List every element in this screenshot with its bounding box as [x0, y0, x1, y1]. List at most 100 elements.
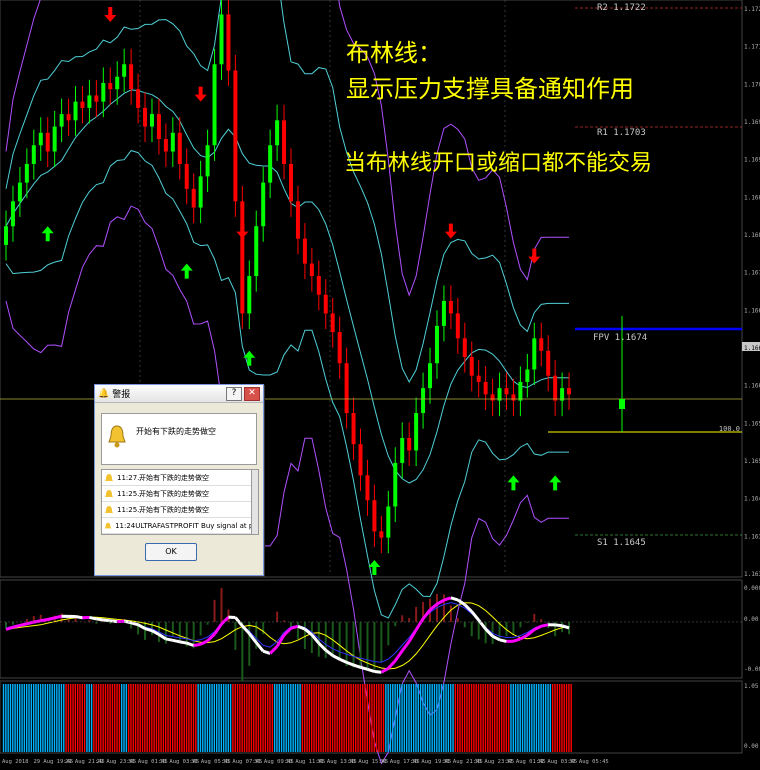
- candle-body: [80, 101, 85, 108]
- candle-body: [87, 95, 92, 108]
- candle-body: [525, 369, 530, 382]
- candle-body: [191, 188, 196, 208]
- candle-body: [170, 132, 175, 152]
- candle-body: [289, 163, 293, 202]
- macd-main-segment: [499, 638, 507, 643]
- time-tick-label: Aug 2018: [2, 759, 29, 765]
- candle-body: [421, 388, 426, 414]
- price-tick-label: 1.1645: [744, 496, 760, 503]
- macd-main-segment: [96, 617, 104, 622]
- price-tick-label: 1.1662: [744, 383, 760, 390]
- macd-main-segment: [103, 618, 111, 623]
- candle-body: [163, 139, 168, 152]
- candle-body: [511, 394, 516, 401]
- macd-main-segment: [19, 622, 28, 627]
- macd-main-segment: [346, 661, 355, 667]
- candle-body: [198, 176, 203, 208]
- ok-button[interactable]: OK: [145, 543, 197, 561]
- hist-panel-frame: [0, 680, 743, 754]
- macd-main-segment: [297, 624, 306, 631]
- list-item[interactable]: 11:25... 开始有下跌的走势做空: [102, 502, 252, 518]
- list-item[interactable]: 11:24 ULTRAFASTPROFIT Buy signal at pric…: [102, 518, 252, 534]
- pivot-s1-label: S1 1.1645: [597, 538, 646, 548]
- candle-body: [205, 145, 210, 177]
- macd-main-segment: [262, 649, 271, 655]
- macd-main-segment: [436, 598, 445, 606]
- close-button[interactable]: ✕: [244, 386, 260, 401]
- macd-main-segment: [470, 610, 480, 621]
- candle-body: [351, 413, 356, 445]
- macd-tick-label: 0.00: [744, 616, 759, 623]
- macd-main-segment: [477, 619, 487, 630]
- candle-body: [233, 70, 238, 202]
- annotation-warning: 当布林线开口或缩口都不能交易: [344, 151, 653, 176]
- candle-body: [254, 226, 259, 277]
- macd-main-segment: [172, 638, 181, 644]
- macd-main-segment: [165, 637, 174, 642]
- help-button[interactable]: ?: [226, 386, 242, 401]
- price-tick-label: 1.1710: [744, 44, 760, 51]
- bell-icon: [104, 522, 112, 528]
- candle-body: [532, 338, 537, 370]
- candle-body: [108, 82, 113, 90]
- price-tick-label: 1.1650: [744, 458, 760, 465]
- candle-body: [400, 437, 405, 463]
- alert-list[interactable]: 11:27... 开始有下跌的走势做空 11:25... 开始有下跌的走势做空 …: [101, 469, 253, 535]
- candle-body: [10, 201, 15, 227]
- list-item-text: 开始有下跌的走势做空: [139, 473, 209, 482]
- bell-icon: [108, 425, 126, 448]
- time-tick-label: 31 Aug 05:45: [569, 759, 609, 765]
- candle-body: [490, 394, 495, 401]
- macd-main-segment: [179, 640, 187, 645]
- candle-body: [156, 114, 161, 140]
- band-middle: [5, 89, 569, 484]
- candle-body: [414, 413, 419, 451]
- dialog-message: 开始有下跌的走势做空: [136, 427, 216, 436]
- candle-body: [122, 64, 127, 77]
- candle-body: [434, 325, 439, 364]
- macd-main-segment: [429, 602, 438, 612]
- arrow-down-icon: [528, 248, 541, 264]
- bell-icon: [105, 473, 113, 481]
- macd-main-segment: [533, 624, 542, 631]
- macd-main-segment: [421, 609, 432, 620]
- macd-main-segment: [339, 657, 348, 664]
- macd-main-segment: [199, 639, 209, 646]
- candle-body: [316, 276, 321, 295]
- arrow-down-icon: [194, 86, 207, 102]
- candle-body: [219, 14, 224, 65]
- macd-panel-frame: [0, 579, 743, 679]
- candle-body: [94, 95, 99, 102]
- candle-body: [441, 300, 446, 326]
- candle-body: [455, 313, 460, 339]
- bell-icon: [105, 505, 113, 513]
- candle-body: [247, 276, 252, 314]
- candle-body: [52, 126, 57, 152]
- candle-body: [268, 145, 273, 183]
- candle-body: [24, 163, 29, 183]
- price-tick-label: 1.1664: [744, 345, 760, 352]
- candle-body: [302, 238, 307, 264]
- macd-main-segment: [110, 619, 118, 624]
- candle-body: [469, 357, 474, 376]
- annotation-subtitle: 显示压力支撑具备通知作用: [346, 75, 634, 103]
- macd-main-segment: [450, 596, 459, 602]
- list-item[interactable]: 11:25... 开始有下跌的走势做空: [102, 486, 252, 502]
- macd-main-segment: [443, 596, 452, 602]
- dialog-titlebar[interactable]: 🔔 警报 ? ✕: [95, 385, 263, 403]
- alert-level-label: 100.0: [719, 425, 740, 433]
- list-item[interactable]: 11:27... 开始有下跌的走势做空: [102, 470, 252, 486]
- candle-body: [149, 114, 154, 127]
- macd-main-segment: [360, 665, 368, 671]
- candle-body: [428, 363, 433, 389]
- macd-main-segment: [130, 621, 139, 627]
- list-item-time: 11:25...: [117, 505, 144, 514]
- candle-body: [66, 114, 71, 121]
- macd-main-segment: [269, 645, 279, 655]
- price-tick-label: 1.1635: [744, 571, 760, 578]
- macd-main-segment: [193, 642, 201, 647]
- macd-main-segment: [353, 663, 361, 669]
- list-scrollbar[interactable]: [251, 469, 259, 535]
- candle-body: [539, 338, 544, 351]
- candle-body: [115, 76, 120, 90]
